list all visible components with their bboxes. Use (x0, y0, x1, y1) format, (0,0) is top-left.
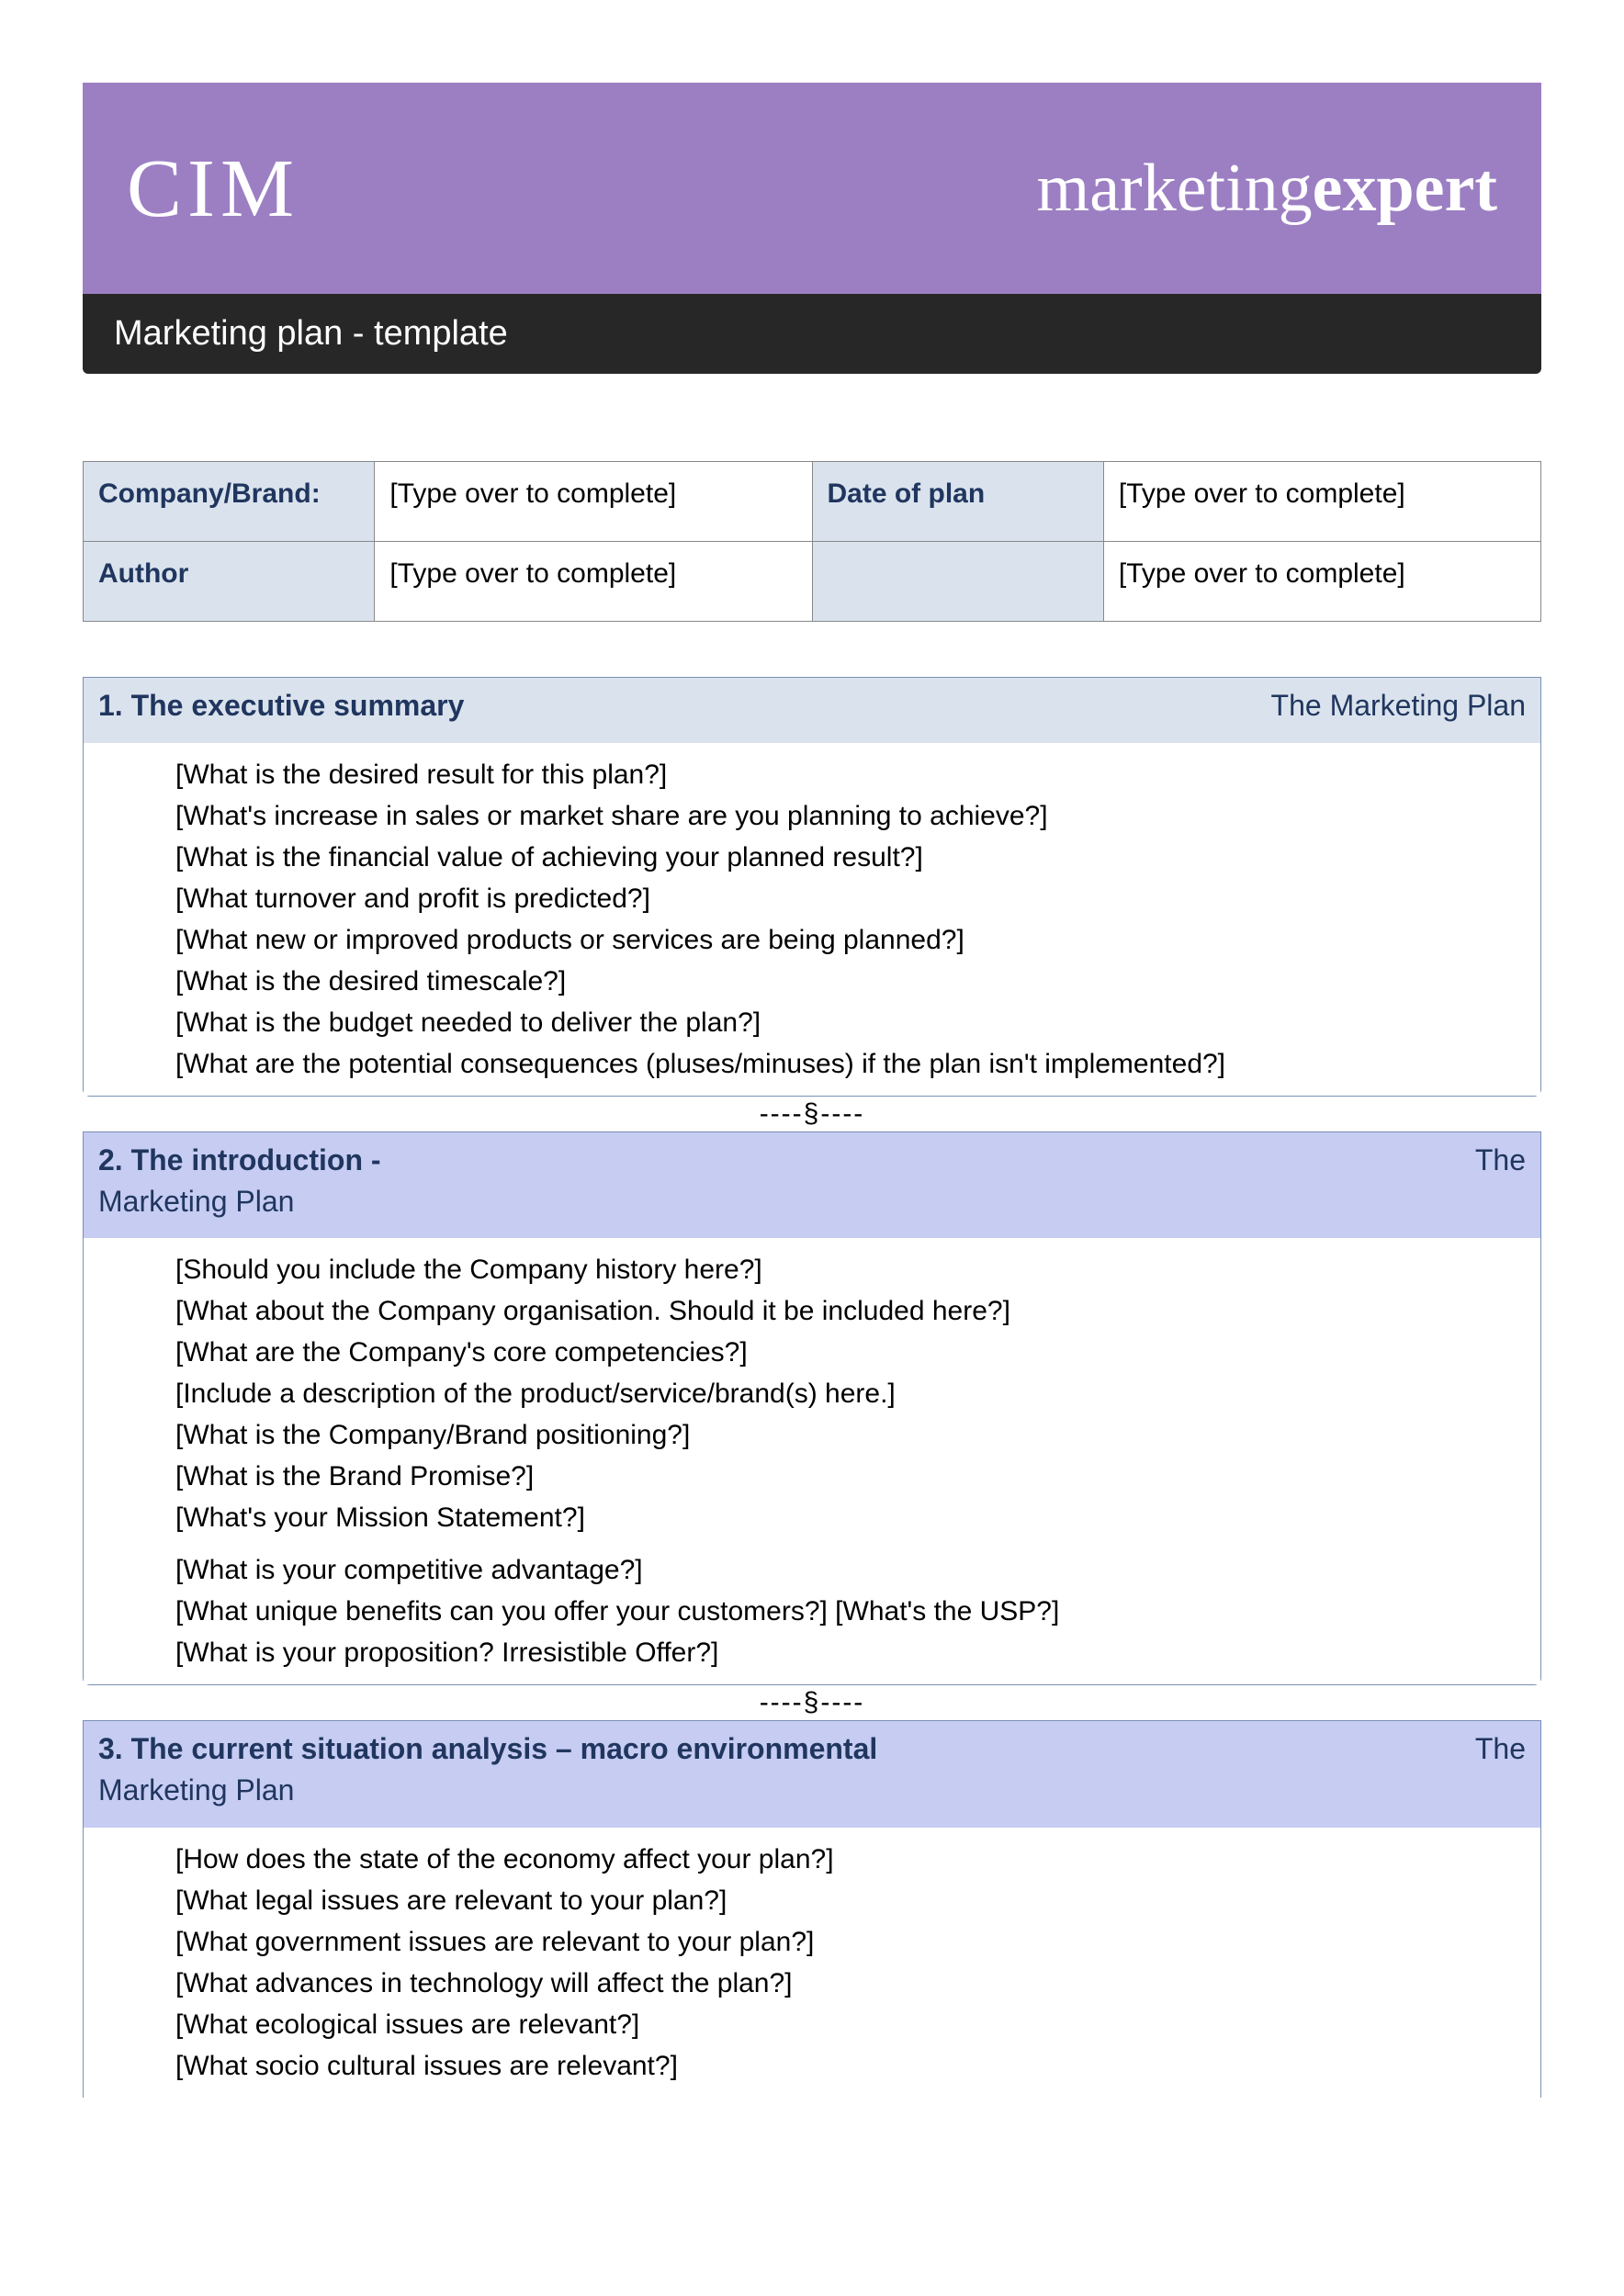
section-title: 2. The introduction - (98, 1143, 381, 1176)
cim-logo: CIM (127, 141, 299, 236)
question[interactable]: [How does the state of the economy affec… (175, 1839, 1540, 1880)
question[interactable]: [What unique benefits can you offer your… (175, 1591, 1540, 1632)
section-body: [How does the state of the economy affec… (84, 1828, 1540, 2098)
section-title: 1. The executive summary (98, 689, 464, 722)
document-title: Marketing plan - template (83, 294, 1541, 374)
brand-prefix: marketing (1037, 151, 1313, 226)
question[interactable]: [What socio cultural issues are relevant… (175, 2045, 1540, 2087)
question[interactable]: [What are the potential consequences (pl… (175, 1043, 1540, 1085)
question[interactable]: [What legal issues are relevant to your … (175, 1880, 1540, 1921)
question[interactable]: [What turnover and profit is predicted?] (175, 878, 1540, 919)
question[interactable]: [What advances in technology will affect… (175, 1963, 1540, 2004)
question[interactable]: [What is your competitive advantage?] (175, 1549, 1540, 1591)
section-title: 3. The current situation analysis – macr… (98, 1732, 877, 1765)
author-label: Author (84, 542, 375, 622)
question[interactable]: [What's your Mission Statement?] (175, 1497, 1540, 1538)
company-value[interactable]: [Type over to complete] (375, 462, 812, 542)
question[interactable]: [What ecological issues are relevant?] (175, 2004, 1540, 2045)
section-right: The (1475, 1140, 1526, 1181)
section-header: The 2. The introduction - Marketing Plan (84, 1132, 1540, 1239)
section-separator: ----§---- (83, 1097, 1541, 1131)
section-header: The Marketing Plan 1. The executive summ… (84, 678, 1540, 743)
section-introduction: The 2. The introduction - Marketing Plan… (83, 1131, 1541, 1686)
brand-banner: CIM marketingexpert (83, 83, 1541, 294)
question[interactable]: [What is the financial value of achievin… (175, 837, 1540, 878)
question[interactable]: [What is the Company/Brand positioning?] (175, 1414, 1540, 1456)
section-cont: Marketing Plan (98, 1185, 294, 1218)
section-right: The (1475, 1728, 1526, 1770)
section-executive-summary: The Marketing Plan 1. The executive summ… (83, 677, 1541, 1097)
question[interactable]: [Should you include the Company history … (175, 1249, 1540, 1290)
question[interactable]: [What is the Brand Promise?] (175, 1456, 1540, 1497)
question[interactable]: [What government issues are relevant to … (175, 1921, 1540, 1963)
author-value[interactable]: [Type over to complete] (375, 542, 812, 622)
section-header: The 3. The current situation analysis – … (84, 1721, 1540, 1828)
question[interactable]: [What's increase in sales or market shar… (175, 795, 1540, 837)
question[interactable]: [What is the budget needed to deliver th… (175, 1002, 1540, 1043)
info-table: Company/Brand: [Type over to complete] D… (83, 461, 1541, 622)
document-page: CIM marketingexpert Marketing plan - tem… (0, 0, 1624, 2296)
extra-value[interactable]: [Type over to complete] (1103, 542, 1540, 622)
date-value[interactable]: [Type over to complete] (1103, 462, 1540, 542)
section-right: The Marketing Plan (1271, 685, 1526, 726)
question[interactable]: [What is the desired timescale?] (175, 961, 1540, 1002)
section-cont: Marketing Plan (98, 1773, 294, 1806)
question[interactable]: [What about the Company organisation. Sh… (175, 1290, 1540, 1332)
question[interactable]: [Include a description of the product/se… (175, 1373, 1540, 1414)
company-label: Company/Brand: (84, 462, 375, 542)
section-body: [What is the desired result for this pla… (84, 743, 1540, 1096)
question[interactable]: [What new or improved products or servic… (175, 919, 1540, 961)
question[interactable]: [What are the Company's core competencie… (175, 1332, 1540, 1373)
date-label: Date of plan (812, 462, 1103, 542)
brand-bold: expert (1313, 151, 1497, 226)
question[interactable]: [What is the desired result for this pla… (175, 754, 1540, 795)
brand-title: marketingexpert (1037, 150, 1497, 228)
question[interactable]: [What is your proposition? Irresistible … (175, 1632, 1540, 1673)
blank-cell (812, 542, 1103, 622)
section-body: [Should you include the Company history … (84, 1238, 1540, 1684)
section-situation-analysis: The 3. The current situation analysis – … (83, 1720, 1541, 2098)
section-separator: ----§---- (83, 1685, 1541, 1720)
